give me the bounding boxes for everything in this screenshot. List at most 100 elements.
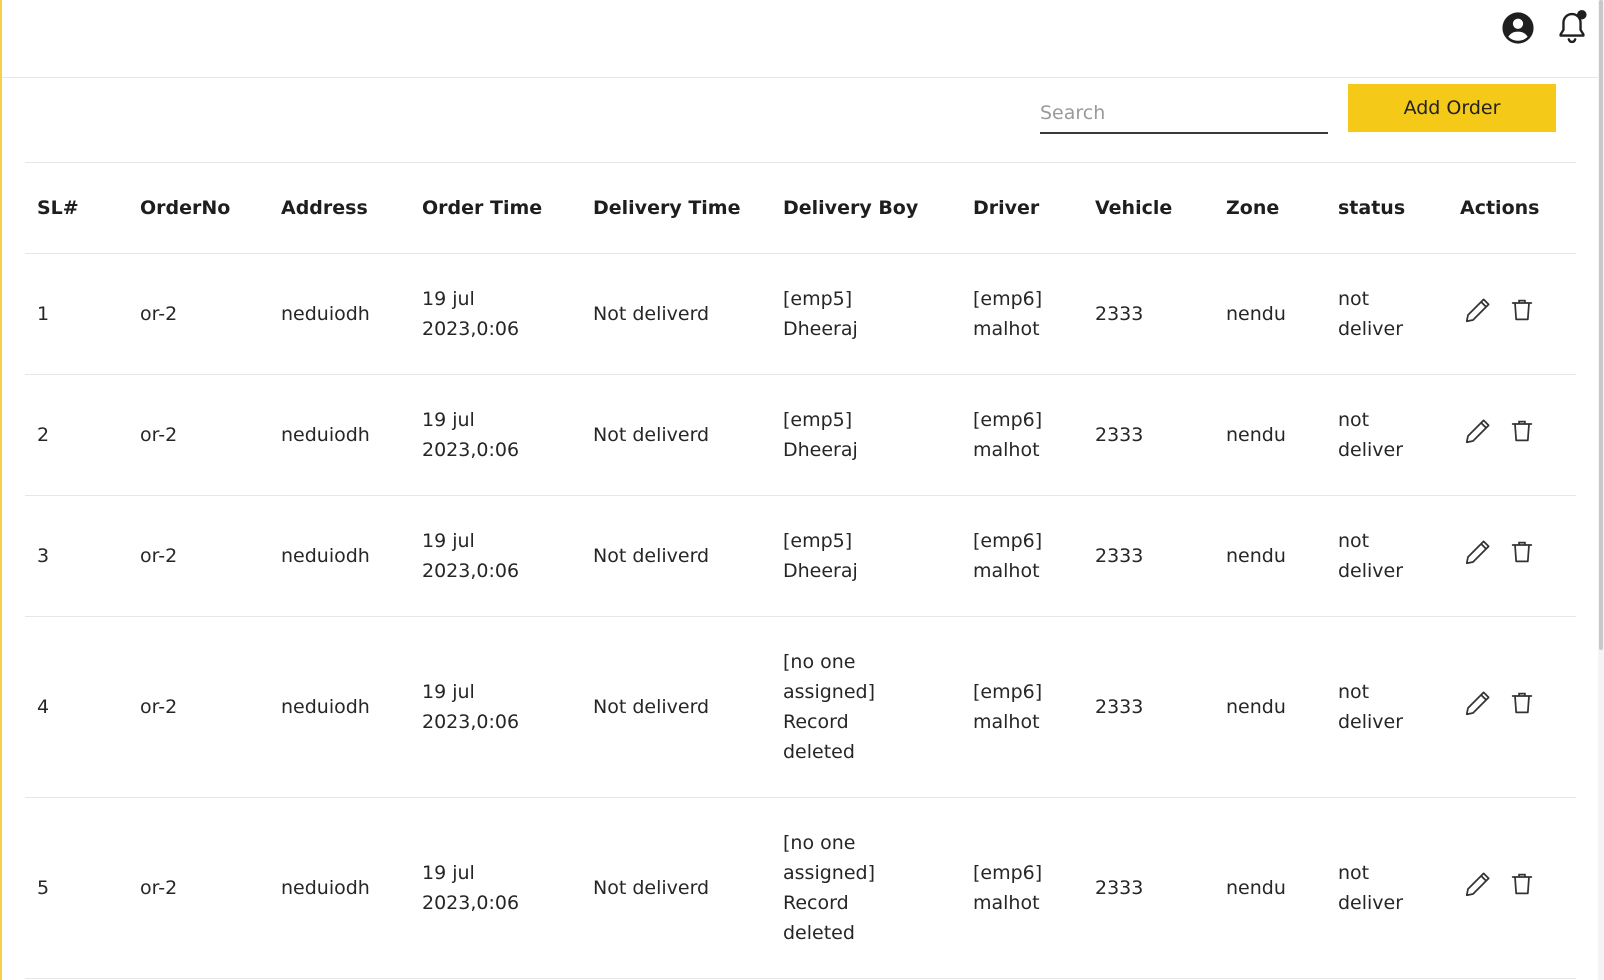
edit-button[interactable] [1460,538,1496,574]
driver-name: malhot [973,711,1040,733]
cell-delivery-boy: [emp5] Dheeraj [771,253,961,375]
order-time-time: 2023,0:06 [422,892,520,914]
column-header-order-time: Order Time [410,162,581,254]
delivery-boy-line: assigned] [783,681,875,703]
delete-button[interactable] [1504,417,1540,453]
column-header-zone: Zone [1214,162,1326,254]
cell-vehicle: 2333 [1083,616,1214,798]
cell-status: not deliver [1326,374,1448,496]
status-line-2: deliver [1338,318,1404,340]
column-header-delivery-boy: Delivery Boy [771,162,961,254]
notifications-button[interactable] [1552,8,1592,48]
order-time-date: 19 jul [422,530,475,552]
cell-driver: [emp6] malhot [961,253,1083,375]
delivery-boy-line: [emp5] [783,288,853,310]
zone-text: nendu [1226,424,1286,446]
delete-button[interactable] [1504,296,1540,332]
edit-pencil-icon [1463,688,1493,727]
zone-text: nendu [1226,696,1286,718]
cell-order-time: 19 jul 2023,0:06 [410,495,581,617]
driver-id: [emp6] [973,288,1043,310]
driver-name: malhot [973,439,1040,461]
edit-button[interactable] [1460,689,1496,725]
status-line-2: deliver [1338,711,1404,733]
cell-vehicle: 2333 [1083,253,1214,375]
scrollbar-thumb[interactable] [1599,0,1603,650]
cell-zone: nendu [1214,797,1326,979]
edit-pencil-icon [1463,416,1493,455]
address-text: neduiodh [281,303,370,325]
cell-order-no: or-2 [128,374,269,496]
search-input[interactable] [1040,90,1328,132]
delivery-boy-line: deleted [783,922,855,944]
notification-bell-icon [1559,9,1587,44]
status-line-2: deliver [1338,560,1404,582]
table-row: 5 or-2 neduiodh 19 jul 2023,0:06 Not deliverd… [25,797,1576,979]
status-line-2: deliver [1338,439,1404,461]
order-time-date: 19 jul [422,409,475,431]
zone-text: nendu [1226,545,1286,567]
driver-name: malhot [973,318,1040,340]
delete-trash-icon [1508,417,1536,454]
cell-status: not deliver [1326,253,1448,375]
delivery-boy-line: Dheeraj [783,439,858,461]
edit-button[interactable] [1460,296,1496,332]
order-time-date: 19 jul [422,681,475,703]
cell-order-time: 19 jul 2023,0:06 [410,616,581,798]
cell-vehicle: 2333 [1083,374,1214,496]
cell-order-time: 19 jul 2023,0:06 [410,374,581,496]
zone-text: nendu [1226,877,1286,899]
page-scrollbar[interactable] [1598,0,1604,980]
delivery-boy-line: Record [783,892,849,914]
column-header-orderno: OrderNo [128,162,269,254]
cell-delivery-boy: [emp5] Dheeraj [771,374,961,496]
cell-actions [1448,374,1576,496]
column-header-sl: SL# [25,162,128,254]
cell-vehicle: 2333 [1083,797,1214,979]
order-time-date: 19 jul [422,862,475,884]
status-line-1: not [1338,530,1370,552]
orders-toolbar: Add Order [0,78,1598,162]
delivery-boy-line: deleted [783,741,855,763]
cell-address: neduiodh [269,253,410,375]
column-header-actions: Actions [1448,162,1576,254]
table-row: 2 or-2 neduiodh 19 jul 2023,0:06 Not deliverd… [25,374,1576,496]
cell-zone: nendu [1214,374,1326,496]
column-header-address: Address [269,162,410,254]
driver-name: malhot [973,560,1040,582]
table-header-row: SL# OrderNo Address Order Time Delivery … [25,162,1576,254]
cell-order-no: or-2 [128,253,269,375]
cell-status: not deliver [1326,616,1448,798]
address-text: neduiodh [281,424,370,446]
cell-delivery-time: Not deliverd [581,797,771,979]
order-time-time: 2023,0:06 [422,711,520,733]
cell-actions [1448,495,1576,617]
status-line-1: not [1338,409,1370,431]
status-line-1: not [1338,862,1370,884]
column-header-status: status [1326,162,1448,254]
cell-zone: nendu [1214,253,1326,375]
cell-driver: [emp6] malhot [961,374,1083,496]
cell-delivery-time: Not deliverd [581,374,771,496]
delete-trash-icon [1508,296,1536,333]
cell-driver: [emp6] malhot [961,495,1083,617]
edit-button[interactable] [1460,417,1496,453]
delivery-boy-line: [emp5] [783,409,853,431]
cell-sl: 2 [25,374,128,496]
cell-zone: nendu [1214,495,1326,617]
account-button[interactable] [1498,8,1538,48]
cell-order-no: or-2 [128,616,269,798]
cell-delivery-boy: [emp5] Dheeraj [771,495,961,617]
cell-address: neduiodh [269,374,410,496]
delete-button[interactable] [1504,689,1540,725]
delete-button[interactable] [1504,538,1540,574]
delete-button[interactable] [1504,870,1540,906]
top-app-bar [2,0,1598,78]
delete-trash-icon [1508,538,1536,575]
add-order-button[interactable]: Add Order [1348,84,1556,132]
table-row: 1 or-2 neduiodh 19 jul 2023,0:06 Not deliverd… [25,253,1576,375]
cell-sl: 1 [25,253,128,375]
address-text: neduiodh [281,696,370,718]
driver-id: [emp6] [973,681,1043,703]
edit-button[interactable] [1460,870,1496,906]
